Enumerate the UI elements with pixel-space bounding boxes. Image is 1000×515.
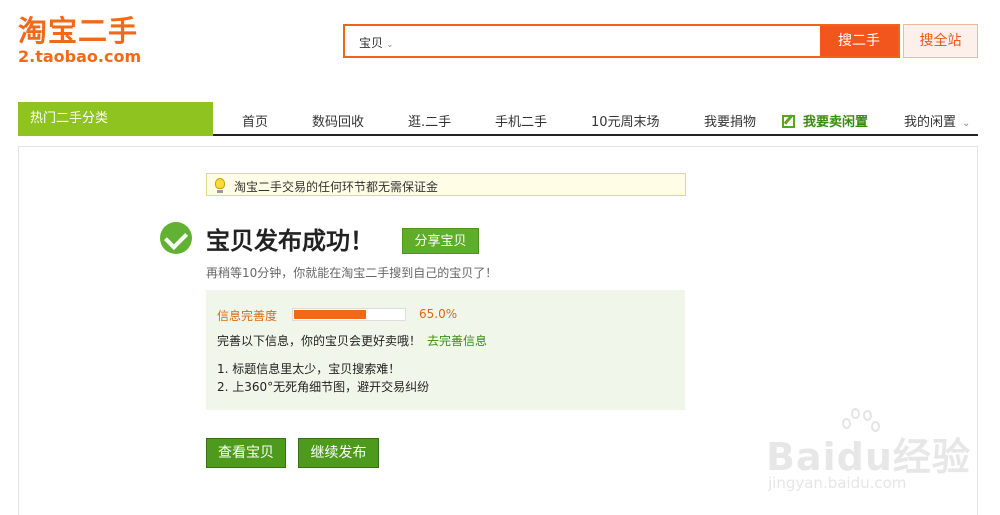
baidu-jingyan-watermark: Baidu经验 jingyan.baidu.com <box>766 408 970 498</box>
search-input[interactable] <box>405 30 815 54</box>
improve-info-link[interactable]: 去完善信息 <box>427 334 487 348</box>
watermark-url: jingyan.baidu.com <box>768 474 907 492</box>
logo-url: 2.taobao.com <box>18 47 142 66</box>
deposit-notice: 淘宝二手交易的任何环节都无需保证金 <box>206 173 686 196</box>
completeness-progress-bar <box>292 308 406 321</box>
completeness-label: 信息完善度 <box>217 309 278 323</box>
nav-item-donate[interactable]: 我要捐物 <box>704 111 756 130</box>
nav-item-recycle[interactable]: 数码回收 <box>312 111 364 130</box>
page-title: 宝贝发布成功！ <box>206 227 374 255</box>
nav-item-mine[interactable]: 我的闲置 ⌄ <box>904 111 970 130</box>
nav-sell-label: 我要卖闲置 <box>803 115 869 130</box>
continue-publish-button[interactable]: 继续发布 <box>298 438 379 468</box>
lightbulb-icon <box>215 178 225 193</box>
search-bar: 宝贝 ⌄ 搜二手 <box>343 24 900 58</box>
nav-item-home[interactable]: 首页 <box>242 111 268 130</box>
nav-mine-label: 我的闲置 <box>904 115 957 130</box>
view-item-button[interactable]: 查看宝贝 <box>206 438 286 468</box>
improve-text: 完善以下信息，你的宝贝会更好卖哦！ <box>217 334 422 348</box>
nav-item-phones[interactable]: 手机二手 <box>495 111 547 130</box>
nav-divider <box>213 134 978 136</box>
tip-item: 1. 标题信息里太少，宝贝搜索难！ <box>217 362 401 376</box>
watermark-text: Baidu经验 <box>766 435 971 479</box>
logo-title: 淘宝二手 <box>18 14 139 48</box>
search-ershou-button[interactable]: 搜二手 <box>820 26 898 56</box>
completeness-value: 65.0% <box>419 307 458 321</box>
search-all-site-button[interactable]: 搜全站 <box>903 24 978 58</box>
chevron-down-icon: ⌄ <box>386 40 394 50</box>
success-check-icon <box>160 222 192 254</box>
taobao-ershou-logo[interactable]: 淘宝二手 2.taobao.com <box>18 14 168 70</box>
nav-item-browse[interactable]: 逛.二手 <box>408 111 451 130</box>
hot-categories-menu[interactable]: 热门二手分类 <box>18 102 213 136</box>
notice-text: 淘宝二手交易的任何环节都无需保证金 <box>234 180 439 194</box>
share-item-button[interactable]: 分享宝贝 <box>402 228 479 254</box>
completeness-box: 信息完善度 65.0% 完善以下信息，你的宝贝会更好卖哦！ 去完善信息 1. 标题… <box>206 290 685 410</box>
edit-icon <box>782 115 795 128</box>
main-nav: 热门二手分类 首页 数码回收 逛.二手 手机二手 10元周末场 我要捐物 我要卖… <box>18 102 978 136</box>
tip-item: 2. 上360°无死角细节图，避开交易纠纷 <box>217 380 430 394</box>
search-category-select[interactable]: 宝贝 ⌄ <box>359 34 394 51</box>
nav-item-weekend[interactable]: 10元周末场 <box>591 111 660 130</box>
success-subtext: 再稍等10分钟，你就能在淘宝二手搜到自己的宝贝了！ <box>206 266 498 280</box>
completeness-progress-fill <box>294 310 366 319</box>
chevron-down-icon: ⌄ <box>962 118 971 129</box>
nav-item-sell[interactable]: 我要卖闲置 <box>782 111 868 130</box>
search-category-label: 宝贝 <box>359 36 384 50</box>
improve-hint: 完善以下信息，你的宝贝会更好卖哦！ 去完善信息 <box>217 332 487 349</box>
